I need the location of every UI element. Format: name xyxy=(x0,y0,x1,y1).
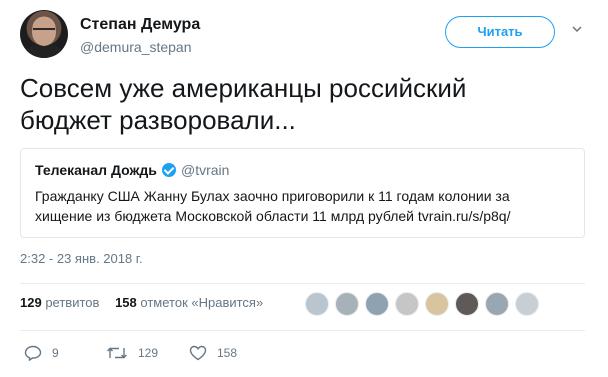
tweet-text-line: бюджет разворовали... xyxy=(20,105,296,135)
liker-avatar[interactable] xyxy=(515,292,539,316)
tweet-stats: 129 ретвитов 158 отметок «Нравится» xyxy=(20,295,275,310)
author-handle[interactable]: @demura_stepan xyxy=(80,39,192,55)
tweet-text-line: Совсем уже американцы российский xyxy=(20,73,467,103)
avatar-glasses-shape xyxy=(33,28,55,33)
likes-label: отметок «Нравится» xyxy=(140,295,264,310)
quoted-author-handle[interactable]: @tvrain xyxy=(181,162,229,178)
liker-avatar[interactable] xyxy=(425,292,449,316)
divider xyxy=(20,330,585,331)
likes-count: 158 xyxy=(115,295,137,310)
quoted-text-line: хищение из бюджета Московской области 11… xyxy=(35,208,511,224)
quoted-tweet[interactable]: Телеканал Дождь @tvrain Гражданку США Жа… xyxy=(20,148,585,238)
chevron-down-icon[interactable] xyxy=(572,24,582,34)
liker-avatar[interactable] xyxy=(335,292,359,316)
reply-icon xyxy=(24,345,42,361)
liker-avatar[interactable] xyxy=(365,292,389,316)
heart-icon xyxy=(189,345,207,361)
liker-avatar[interactable] xyxy=(395,292,419,316)
liker-avatar[interactable] xyxy=(485,292,509,316)
liker-avatar[interactable] xyxy=(305,292,329,316)
retweet-icon xyxy=(107,347,127,359)
like-count: 158 xyxy=(217,346,238,360)
quoted-author-name[interactable]: Телеканал Дождь xyxy=(35,162,157,178)
retweets-label: ретвитов xyxy=(45,295,100,310)
retweet-count: 129 xyxy=(138,346,159,360)
verified-badge-icon xyxy=(162,163,176,177)
reply-button[interactable]: 9 xyxy=(24,342,59,364)
quoted-tweet-text: Гражданку США Жанну Булах заочно пригово… xyxy=(35,186,575,226)
like-button[interactable]: 158 xyxy=(189,342,237,364)
retweets-count: 129 xyxy=(20,295,42,310)
avatar[interactable] xyxy=(20,10,68,58)
quoted-text-line: Гражданку США Жанну Булах заочно пригово… xyxy=(35,188,510,204)
follow-button[interactable]: Читать xyxy=(445,16,555,48)
author-name[interactable]: Степан Демура xyxy=(80,16,200,34)
liker-avatar[interactable] xyxy=(455,292,479,316)
tweet-text: Совсем уже американцы российский бюджет … xyxy=(20,72,580,136)
divider xyxy=(20,283,585,284)
tweet-header: Степан Демура @demura_stepan Читать xyxy=(20,10,595,60)
retweets-stat[interactable]: 129 ретвитов xyxy=(20,295,99,310)
retweet-button[interactable]: 129 xyxy=(106,342,158,364)
likes-stat[interactable]: 158 отметок «Нравится» xyxy=(115,295,263,310)
avatar-body-shape xyxy=(24,44,64,58)
tweet-timestamp[interactable]: 2:32 - 23 янв. 2018 г. xyxy=(20,251,143,266)
reply-count: 9 xyxy=(52,346,59,360)
